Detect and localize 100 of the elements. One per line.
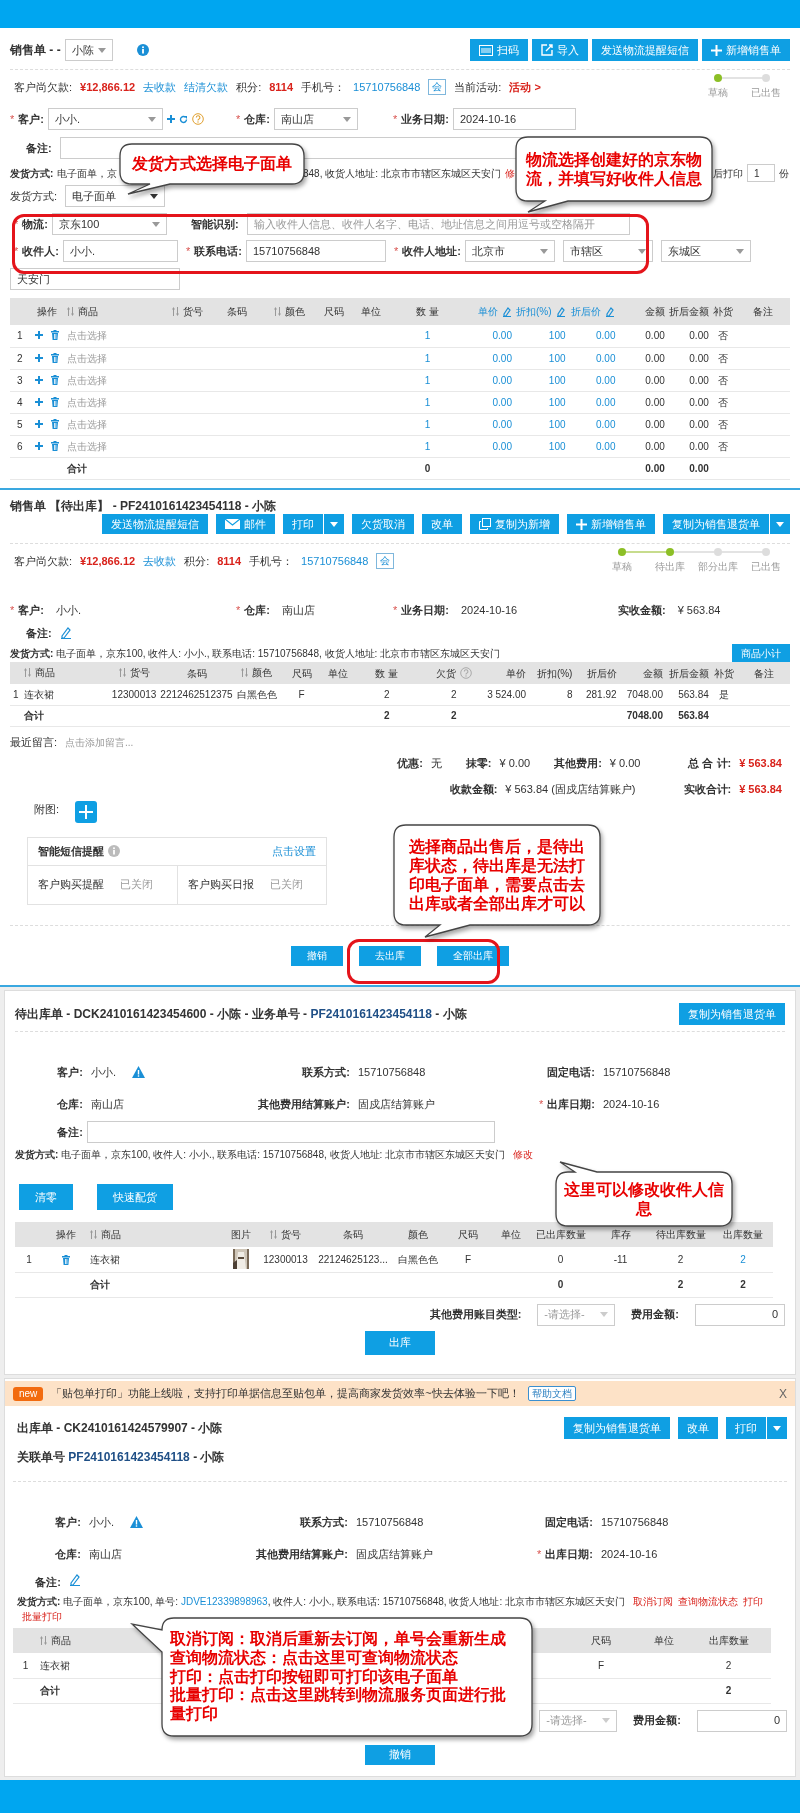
button[interactable]: 改单 [678,1417,718,1439]
select-field[interactable]: 市辖区 [562,240,653,262]
action-button[interactable]: 去出库 [359,945,421,966]
button[interactable]: 发送物流提醒短信 [592,39,698,61]
select-field[interactable]: 北京市 [464,240,555,262]
plus-icon[interactable] [35,331,44,340]
button[interactable]: 新增销售单 [702,39,790,61]
subtotal-button[interactable]: 商品小计 [732,644,790,662]
button[interactable]: 复制为新增 [470,514,559,534]
table-cell: 0.00 [645,374,665,386]
dropdown-toggle[interactable] [324,514,344,534]
button[interactable]: 复制为销售退货单 [679,1003,785,1025]
action-button[interactable]: 全部出库 [437,945,509,966]
pencil-icon[interactable] [59,627,72,639]
cancel-button[interactable]: 撤销 [365,1744,435,1765]
plus-icon[interactable] [711,44,722,56]
edit-link[interactable]: 修 [504,165,515,181]
button[interactable]: 复制为销售退货单 [564,1417,670,1439]
trash-icon[interactable] [51,330,60,341]
member-badge[interactable]: 会 [428,79,447,95]
salesperson-select[interactable]: 小陈 [64,39,113,61]
select-field[interactable]: 东城区 [660,240,751,262]
activity-link[interactable]: 活动 > [509,78,541,96]
action-link[interactable]: 查询物流状态 [677,1596,738,1607]
button[interactable]: 邮件 [216,514,275,534]
column-header: 单位 [653,1634,674,1648]
link[interactable]: 去收款 [143,78,177,96]
plus-icon[interactable] [166,115,175,123]
pencil-icon[interactable] [605,306,616,317]
trash-icon[interactable] [51,352,60,363]
member-badge[interactable]: 会 [376,553,395,569]
trash-icon[interactable] [61,1255,70,1266]
button[interactable]: 打印 [283,514,323,534]
help-doc-button[interactable]: 帮助文档 [527,1386,576,1401]
smart-parse-field[interactable]: 输入收件人信息、收件人名字、电话、地址信息之间用逗号或空格隔开 [246,213,630,235]
remark-field[interactable] [87,1121,495,1143]
plus-icon[interactable] [35,375,44,384]
product-picker[interactable]: 点击选择 [66,418,107,430]
trash-icon[interactable] [51,374,60,385]
tracking-number-link[interactable]: JDVE12339898963 [180,1596,268,1607]
quantity-link[interactable]: 2 [740,1253,746,1265]
button[interactable]: 复制为销售退货单 [663,514,769,534]
shipping-method-select[interactable]: 电子面单 [65,185,166,207]
button[interactable]: 发送物流提醒短信 [102,514,208,534]
pencil-icon[interactable] [69,1573,81,1586]
trash-icon[interactable] [51,418,60,429]
plus-icon[interactable] [35,419,44,428]
order-number-link[interactable]: PF2410161423454118 [68,1450,190,1464]
product-picker[interactable]: 点击选择 [66,352,107,364]
product-picker[interactable]: 点击选择 [66,330,107,342]
button[interactable]: 打印 [726,1417,766,1439]
button[interactable]: 快速配货 [97,1184,173,1210]
input-field[interactable]: 15710756848 [245,240,386,262]
edit-link[interactable]: 修改 [512,1148,533,1160]
dropdown-toggle[interactable] [770,514,790,534]
column-header: 商品 [101,1227,121,1242]
button[interactable]: 欠货取消 [352,514,414,534]
action-link[interactable]: 批量打印 [22,1611,62,1622]
link[interactable]: 结清欠款 [184,78,229,96]
close-button[interactable]: X [779,1384,787,1403]
table-cell: -11 [613,1253,628,1265]
dropdown-toggle[interactable] [767,1417,787,1439]
street-field[interactable]: 天安门 [10,268,180,290]
action-link[interactable]: 打印 [742,1596,763,1607]
action-button[interactable]: 撤销 [291,945,343,966]
input-field[interactable]: 2024-10-16 [452,108,576,130]
plus-icon[interactable] [35,397,44,406]
refresh-icon[interactable] [178,114,188,124]
table-cell: 合计 [66,462,87,474]
submit-button[interactable]: 出库 [365,1330,435,1355]
pencil-icon[interactable] [555,306,566,317]
settings-link[interactable]: 点击设置 [272,842,316,860]
product-picker[interactable]: 点击选择 [66,396,107,408]
order-number-link[interactable]: PF2410161423454118 [310,1007,432,1021]
button[interactable]: 导入 [532,39,588,61]
trash-icon[interactable] [51,396,60,407]
select-field[interactable]: 南山店 [273,108,358,130]
button[interactable]: 改单 [422,514,462,534]
button[interactable]: 扫码 [470,39,528,61]
select-field[interactable]: 京东100 [51,213,167,235]
link[interactable]: 去收款 [143,552,177,570]
plus-icon[interactable] [35,353,44,362]
pencil-icon[interactable] [502,306,512,317]
copies-field[interactable]: 1 [747,164,775,182]
select-field[interactable]: 小小. [47,108,163,130]
message-link[interactable]: 点击添加留言... [65,735,134,750]
button[interactable]: 清零 [19,1184,73,1210]
action-link[interactable]: 取消订阅 [632,1596,673,1607]
trash-icon[interactable] [51,440,60,451]
fee-amount-field[interactable]: 0 [697,1709,787,1732]
plus-icon[interactable] [576,518,587,530]
fee-amount-field[interactable]: 0 [695,1303,785,1326]
fee-type-select[interactable]: -请选择- [539,1709,618,1732]
button[interactable]: 新增销售单 [567,514,655,534]
fee-type-select[interactable]: -请选择- [537,1303,616,1326]
product-picker[interactable]: 点击选择 [66,440,107,452]
product-picker[interactable]: 点击选择 [66,374,107,386]
input-field[interactable]: 小小. [62,240,178,262]
plus-icon[interactable] [35,441,44,450]
caret-icon [330,521,338,527]
